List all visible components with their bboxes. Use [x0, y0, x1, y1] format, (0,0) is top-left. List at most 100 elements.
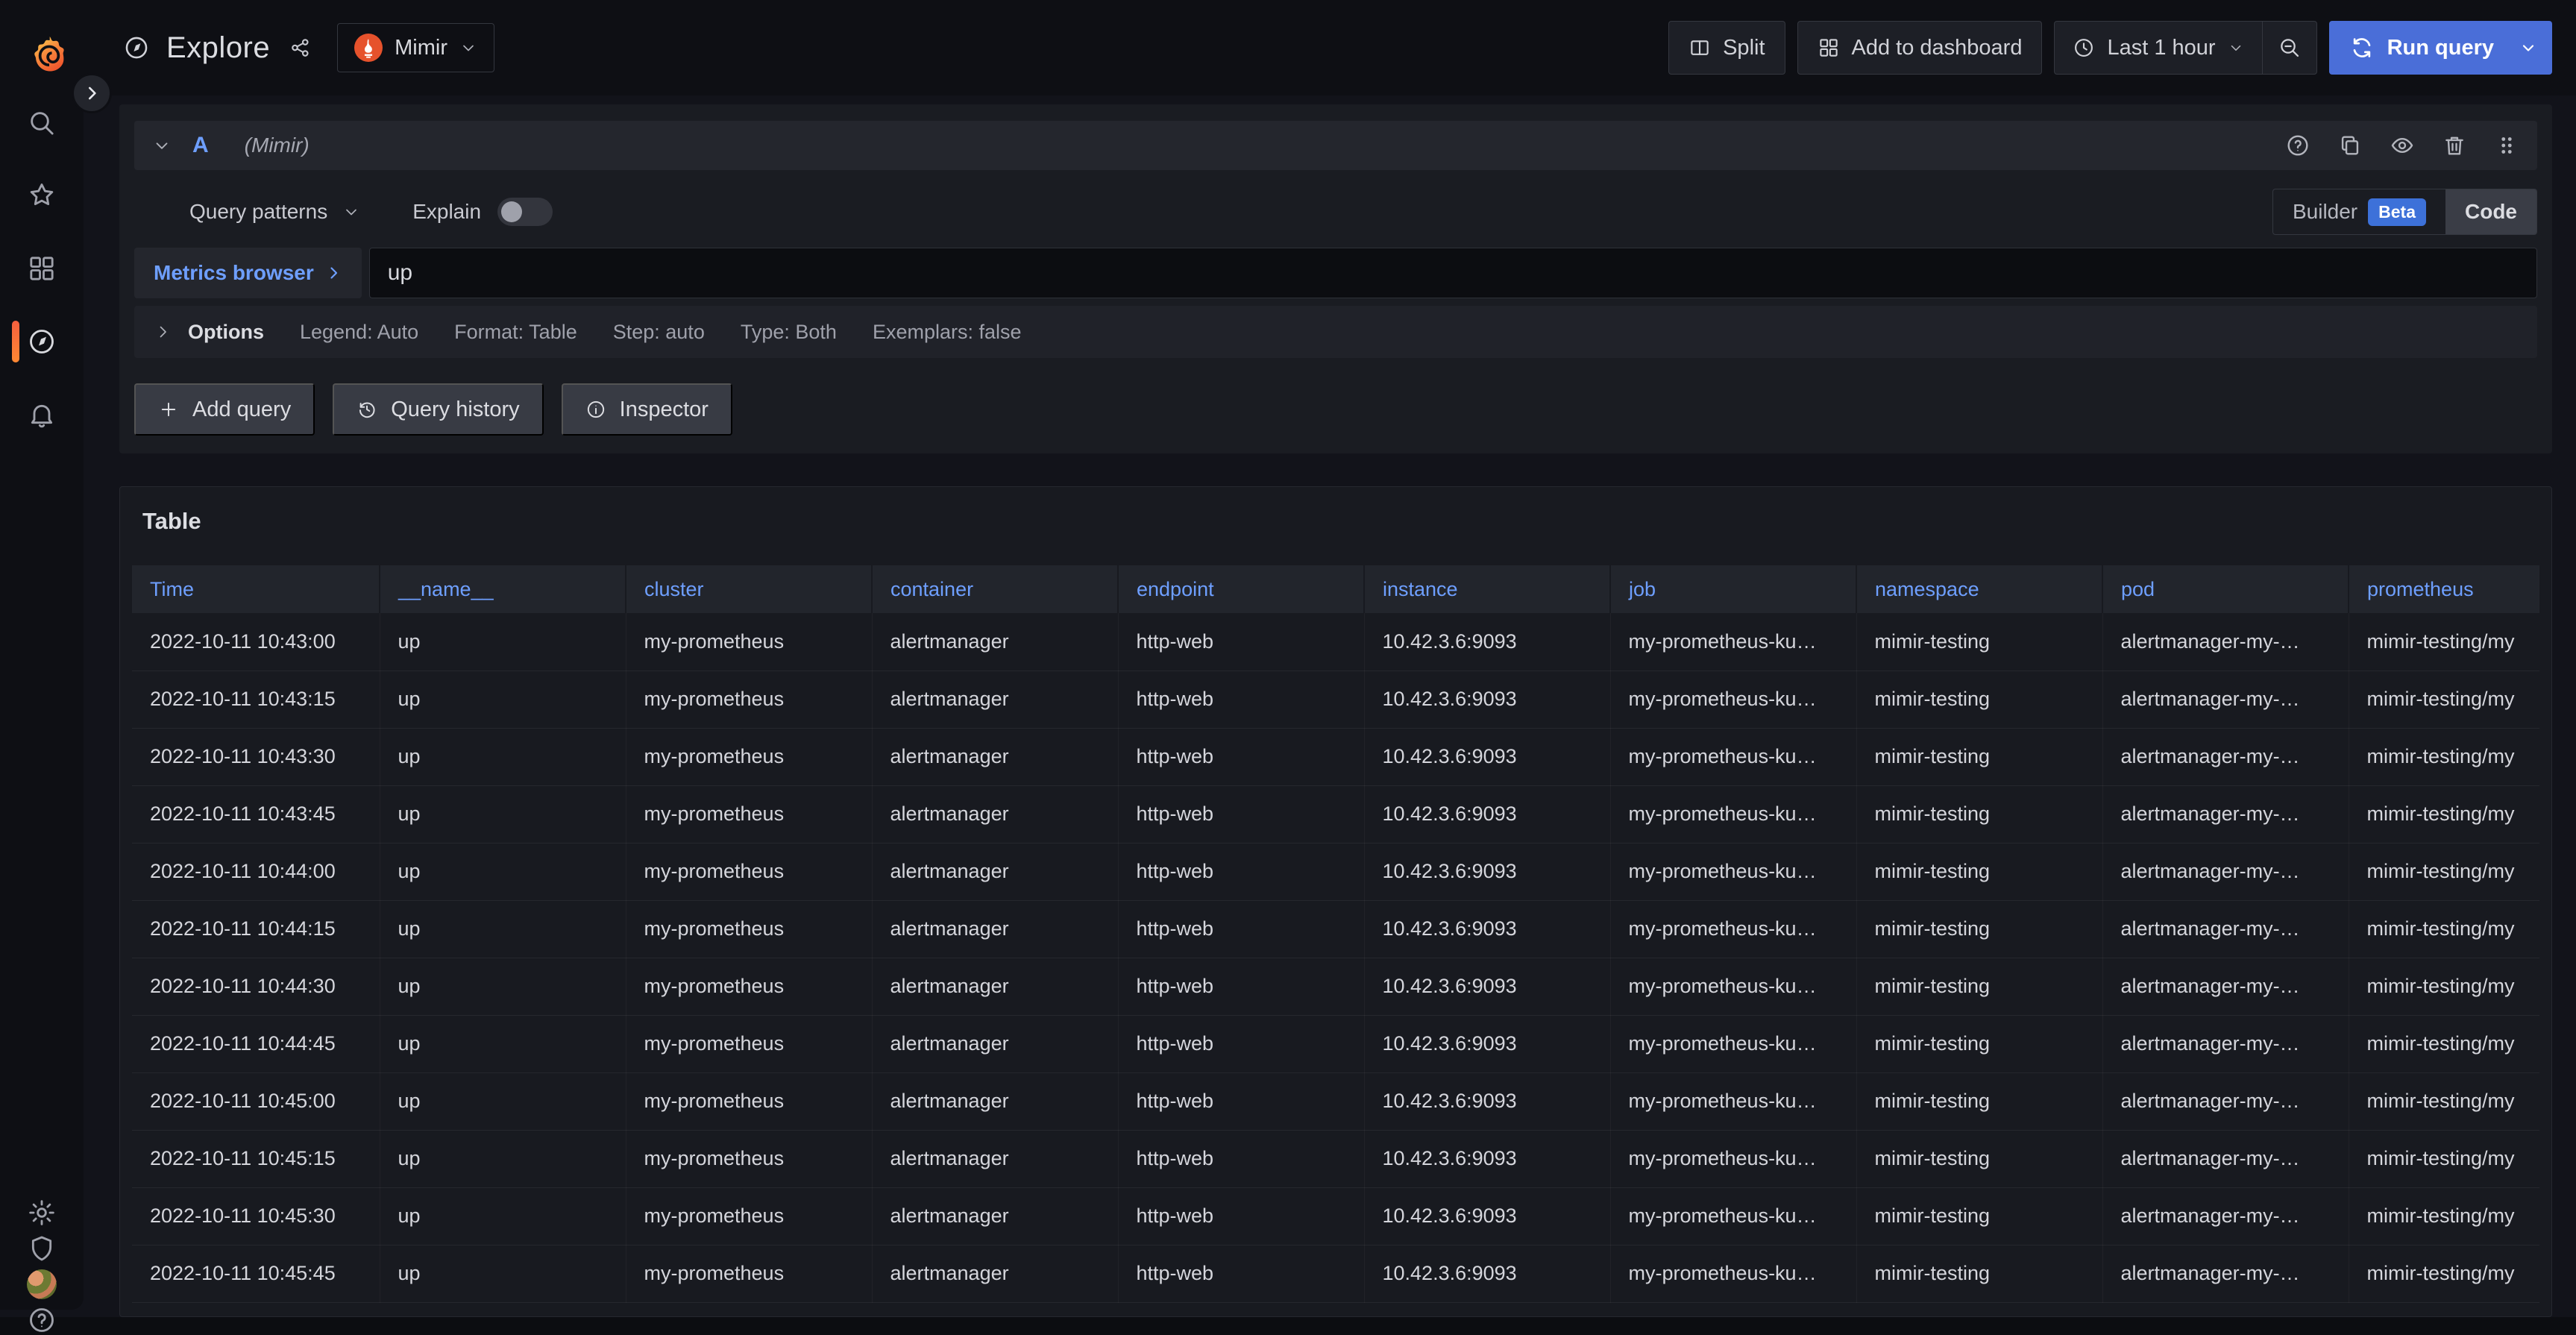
admin-shield-icon[interactable] — [27, 1234, 57, 1263]
table-cell: my-prometheus-ku… — [1610, 1072, 1856, 1130]
help-icon[interactable] — [27, 1305, 57, 1335]
explain-toggle[interactable] — [497, 198, 553, 226]
remove-query-trash-icon[interactable] — [2442, 133, 2467, 158]
table-cell: my-prometheus-ku… — [1610, 728, 1856, 785]
time-range-picker[interactable]: Last 1 hour — [2055, 22, 2261, 74]
table-cell: mimir-testing/my — [2349, 785, 2539, 843]
query-datasource-hint: (Mimir) — [245, 134, 310, 157]
column-header-name[interactable]: __name__ — [380, 565, 626, 613]
run-query-dropdown[interactable] — [2515, 21, 2552, 75]
builder-mode-tab[interactable]: Builder Beta — [2273, 189, 2445, 234]
hide-response-eye-icon[interactable] — [2390, 133, 2415, 158]
table-cell: alertmanager — [872, 670, 1118, 728]
column-header-job[interactable]: job — [1610, 565, 1856, 613]
table-cell: mimir-testing/my — [2349, 613, 2539, 670]
table-cell: my-prometheus-ku… — [1610, 1130, 1856, 1187]
inspector-button[interactable]: Inspector — [562, 383, 732, 436]
run-query-button[interactable]: Run query — [2329, 21, 2552, 75]
duplicate-query-icon[interactable] — [2337, 133, 2363, 158]
topbar: Explore Mimir Split Add to dashboard Las… — [0, 0, 2576, 95]
datasource-picker[interactable]: Mimir — [337, 23, 494, 72]
plus-icon — [158, 399, 179, 420]
column-header-time[interactable]: Time — [132, 565, 380, 613]
column-header-endpoint[interactable]: endpoint — [1118, 565, 1364, 613]
table-cell: my-prometheus-ku… — [1610, 785, 1856, 843]
dashboards-icon[interactable] — [27, 254, 57, 283]
promql-query-input[interactable] — [369, 248, 2537, 298]
table-cell: 2022-10-11 10:45:30 — [132, 1187, 380, 1245]
table-cell: mimir-testing — [1856, 900, 2102, 958]
table-cell: mimir-testing — [1856, 1072, 2102, 1130]
table-cell: 10.42.3.6:9093 — [1364, 1245, 1610, 1302]
query-ref-id[interactable]: A — [192, 133, 209, 158]
search-icon[interactable] — [27, 108, 57, 138]
table-row: 2022-10-11 10:43:30upmy-prometheusalertm… — [132, 728, 2539, 785]
query-row-header[interactable]: A (Mimir) — [134, 121, 2537, 170]
zoom-out-time-button[interactable] — [2262, 22, 2316, 74]
add-query-button[interactable]: Add query — [134, 383, 315, 436]
grafana-logo-icon[interactable] — [28, 33, 70, 75]
starred-icon[interactable] — [27, 180, 57, 210]
column-header-container[interactable]: container — [872, 565, 1118, 613]
table-scroll-area[interactable]: Time __name__ cluster container endpoint… — [132, 565, 2539, 1316]
table-cell: 10.42.3.6:9093 — [1364, 1072, 1610, 1130]
expand-sidebar-button[interactable] — [72, 73, 112, 113]
table-cell: my-prometheus — [626, 843, 872, 900]
query-patterns-dropdown[interactable]: Query patterns — [189, 200, 360, 224]
table-row: 2022-10-11 10:44:45upmy-prometheusalertm… — [132, 1015, 2539, 1072]
table-cell: http-web — [1118, 1245, 1364, 1302]
column-header-prometheus[interactable]: prometheus — [2349, 565, 2539, 613]
column-header-pod[interactable]: pod — [2102, 565, 2349, 613]
table-cell: http-web — [1118, 900, 1364, 958]
table-cell: alertmanager-my-… — [2102, 900, 2349, 958]
alerting-icon[interactable] — [27, 400, 57, 430]
table-cell: mimir-testing/my — [2349, 1245, 2539, 1302]
table-cell: up — [380, 958, 626, 1015]
table-cell: mimir-testing/my — [2349, 958, 2539, 1015]
query-input-row: Metrics browser — [134, 248, 2537, 298]
table-cell: alertmanager — [872, 785, 1118, 843]
add-to-dashboard-button[interactable]: Add to dashboard — [1797, 21, 2043, 75]
table-cell: my-prometheus — [626, 1072, 872, 1130]
user-avatar[interactable] — [27, 1269, 57, 1299]
column-header-instance[interactable]: instance — [1364, 565, 1610, 613]
option-step: Step: auto — [613, 321, 705, 344]
option-type: Type: Both — [741, 321, 837, 344]
code-mode-tab[interactable]: Code — [2445, 189, 2536, 234]
share-icon[interactable] — [289, 37, 312, 59]
table-cell: alertmanager — [872, 613, 1118, 670]
collapse-chevron-icon[interactable] — [152, 136, 172, 155]
table-cell: mimir-testing — [1856, 785, 2102, 843]
table-row: 2022-10-11 10:44:30upmy-prometheusalertm… — [132, 958, 2539, 1015]
explore-nav-icon[interactable] — [27, 327, 57, 356]
table-cell: 2022-10-11 10:44:30 — [132, 958, 380, 1015]
column-header-namespace[interactable]: namespace — [1856, 565, 2102, 613]
table-cell: my-prometheus-ku… — [1610, 613, 1856, 670]
table-cell: up — [380, 843, 626, 900]
settings-gear-icon[interactable] — [27, 1198, 57, 1228]
query-history-button[interactable]: Query history — [333, 383, 543, 436]
table-cell: up — [380, 613, 626, 670]
column-header-cluster[interactable]: cluster — [626, 565, 872, 613]
table-cell: alertmanager — [872, 1245, 1118, 1302]
table-row: 2022-10-11 10:45:30upmy-prometheusalertm… — [132, 1187, 2539, 1245]
table-cell: alertmanager — [872, 1072, 1118, 1130]
metrics-browser-button[interactable]: Metrics browser — [134, 248, 362, 298]
table-cell: alertmanager-my-… — [2102, 785, 2349, 843]
query-options-row[interactable]: Options Legend: Auto Format: Table Step:… — [134, 306, 2537, 358]
table-cell: 2022-10-11 10:44:15 — [132, 900, 380, 958]
explore-compass-icon — [123, 34, 150, 61]
table-cell: 10.42.3.6:9093 — [1364, 843, 1610, 900]
table-cell: mimir-testing — [1856, 613, 2102, 670]
split-button[interactable]: Split — [1668, 21, 1785, 75]
table-row: 2022-10-11 10:44:15upmy-prometheusalertm… — [132, 900, 2539, 958]
table-cell: alertmanager-my-… — [2102, 958, 2349, 1015]
drag-handle-icon[interactable] — [2494, 133, 2519, 158]
table-cell: http-web — [1118, 1015, 1364, 1072]
query-actions-row: Add query Query history Inspector — [134, 383, 2537, 436]
option-format: Format: Table — [454, 321, 577, 344]
results-table: Time __name__ cluster container endpoint… — [132, 565, 2539, 1303]
query-help-icon[interactable] — [2285, 133, 2310, 158]
table-cell: alertmanager-my-… — [2102, 1015, 2349, 1072]
table-cell: mimir-testing — [1856, 958, 2102, 1015]
